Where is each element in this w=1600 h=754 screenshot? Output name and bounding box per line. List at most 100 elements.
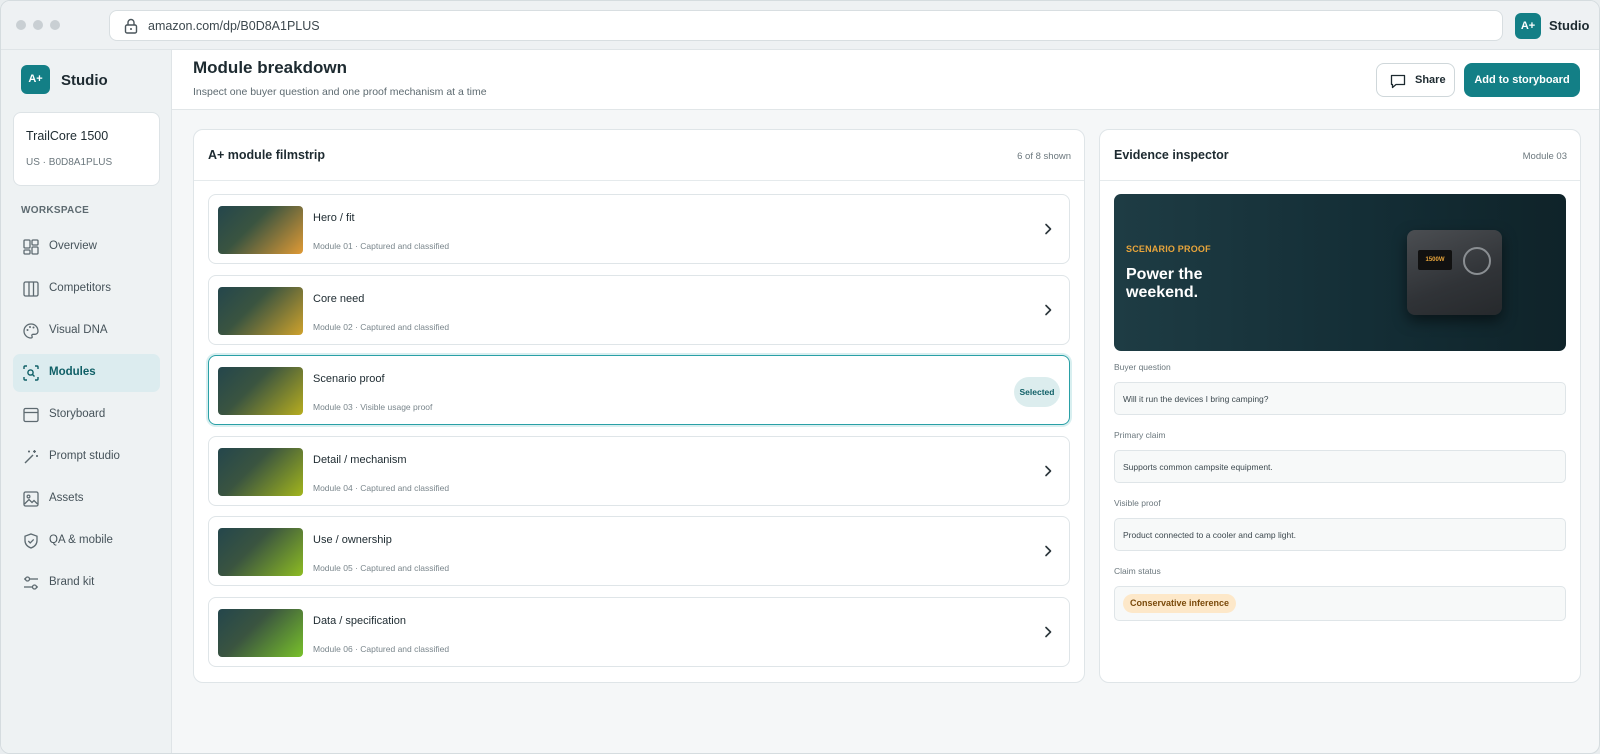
module-name: Data / specification	[313, 614, 406, 627]
sidebar: A+ Studio TrailCore 1500 US · B0D8A1PLUS…	[1, 50, 172, 753]
share-button-label: Share	[1415, 74, 1446, 86]
field-label: Visible proof	[1114, 498, 1161, 508]
filmstrip-count: 6 of 8 shown	[1017, 151, 1071, 162]
sidebar-item-label: Overview	[49, 240, 97, 252]
module-name: Core need	[313, 292, 365, 305]
window-minimize-dot[interactable]	[33, 20, 43, 30]
chevron-right-icon[interactable]	[1041, 464, 1055, 478]
module-name: Scenario proof	[313, 373, 385, 385]
module-meta: Module 01 · Captured and classified	[313, 241, 450, 251]
browser-toolbar: amazon.com/dp/B0D8A1PLUS A+ Studio	[1, 1, 1599, 50]
sidebar-item-competitors[interactable]: Competitors	[13, 270, 160, 308]
field-value: Will it run the devices I bring camping?	[1123, 394, 1269, 404]
extension-name: Studio	[1549, 18, 1590, 33]
module-thumbnail	[218, 367, 303, 415]
module-thumbnail	[218, 528, 303, 576]
module-card[interactable]: Detail / mechanism Module 04 · Captured a…	[208, 435, 1070, 506]
sidebar-item-label: QA & mobile	[49, 534, 113, 546]
palette-icon	[23, 323, 39, 339]
page-title: Module breakdown	[193, 58, 347, 77]
module-card[interactable]: Scenario proof Module 03 · Visible usage …	[208, 355, 1070, 425]
module-meta: Module 06 · Captured and classified	[313, 643, 450, 654]
product-meta: US · B0D8A1PLUS	[26, 157, 113, 168]
page-subtitle: Inspect one buyer question and one proof…	[193, 86, 487, 98]
device-knob	[1463, 247, 1491, 275]
page-header: Module breakdown Inspect one buyer quest…	[172, 50, 1599, 110]
sidebar-item-visual-dna[interactable]: Visual DNA	[13, 312, 160, 350]
module-meta: Module 02 · Captured and classified	[313, 321, 450, 332]
window-close-dot[interactable]	[16, 20, 26, 30]
module-name: Detail / mechanism	[313, 453, 407, 466]
field-value: Product connected to a cooler and camp l…	[1123, 530, 1296, 540]
chevron-right-icon[interactable]	[1041, 625, 1055, 639]
module-thumbnail	[218, 286, 303, 335]
columns-icon	[23, 281, 39, 297]
module-thumbnail	[218, 447, 303, 496]
sidebar-item-label: Visual DNA	[49, 324, 108, 336]
sidebar-item-label: Assets	[49, 492, 84, 504]
preview-headline: Power the weekend.	[1126, 266, 1203, 301]
module-meta: Module 04 · Captured and classified	[313, 482, 450, 493]
preview-kicker: SCENARIO PROOF	[1126, 244, 1211, 254]
sidebar-item-prompt-studio[interactable]: Prompt studio	[13, 438, 160, 476]
field-value: Supports common campsite equipment.	[1123, 462, 1273, 472]
chevron-right-icon[interactable]	[1041, 303, 1055, 317]
claim-status-field[interactable]: Conservative inference	[1114, 586, 1566, 621]
module-name: Use / ownership	[313, 534, 392, 546]
module-card[interactable]: Data / specification Module 06 · Captured…	[208, 596, 1070, 667]
sidebar-item-qa-mobile[interactable]: QA & mobile	[13, 522, 160, 560]
extension-logo[interactable]: A+	[1515, 13, 1541, 39]
address-bar[interactable]: amazon.com/dp/B0D8A1PLUS	[109, 10, 1503, 41]
filmstrip-title: A+ module filmstrip	[208, 148, 326, 162]
module-preview-image: SCENARIO PROOF Power the weekend. 1500W	[1114, 194, 1566, 351]
magic-wand-icon	[24, 450, 38, 464]
app-name: Studio	[61, 72, 108, 89]
sidebar-item-label: Prompt studio	[49, 450, 120, 462]
lock-icon	[124, 18, 138, 34]
chevron-right-icon[interactable]	[1041, 544, 1055, 558]
evidence-inspector-panel: Evidence inspector Module 03 SCENARIO PR…	[1099, 129, 1581, 683]
buyer-question-field[interactable]: Will it run the devices I bring camping?	[1114, 382, 1566, 415]
module-card[interactable]: Use / ownership Module 05 · Captured and …	[208, 516, 1070, 586]
product-card[interactable]: TrailCore 1500 US · B0D8A1PLUS	[13, 112, 160, 186]
field-label: Buyer question	[1114, 362, 1171, 372]
sidebar-item-overview[interactable]: Overview	[13, 228, 160, 266]
module-meta: Module 03 · Visible usage proof	[313, 402, 433, 412]
add-to-storyboard-button[interactable]: Add to storyboard	[1464, 63, 1580, 97]
status-badge: Conservative inference	[1123, 594, 1237, 613]
sidebar-item-label: Storyboard	[49, 408, 106, 420]
inspector-title: Evidence inspector	[1114, 148, 1229, 162]
panel-divider	[194, 180, 1084, 181]
sidebar-item-modules[interactable]: Modules	[13, 354, 160, 392]
shield-check-icon	[24, 533, 38, 549]
image-icon	[23, 491, 39, 507]
sidebar-item-label: Competitors	[49, 282, 111, 294]
share-button[interactable]: Share	[1376, 63, 1455, 97]
sliders-icon	[24, 576, 38, 590]
app-window: amazon.com/dp/B0D8A1PLUS A+ Studio A+ St…	[0, 0, 1600, 754]
chevron-right-icon[interactable]	[1041, 222, 1055, 236]
module-meta: Module 05 · Captured and classified	[313, 563, 450, 573]
window-maximize-dot[interactable]	[50, 20, 60, 30]
sidebar-item-assets[interactable]: Assets	[13, 480, 160, 518]
sidebar-item-label: Modules	[49, 366, 96, 378]
module-thumbnail	[218, 206, 303, 254]
product-name: TrailCore 1500	[26, 129, 109, 143]
module-filmstrip-panel: A+ module filmstrip 6 of 8 shown Hero / …	[193, 129, 1085, 683]
power-station-illustration: 1500W	[1407, 230, 1502, 315]
comment-icon	[1390, 74, 1406, 89]
url-text: amazon.com/dp/B0D8A1PLUS	[148, 19, 320, 33]
module-name: Hero / fit	[313, 212, 355, 224]
primary-claim-field[interactable]: Supports common campsite equipment.	[1114, 450, 1566, 483]
selected-badge: Selected	[1014, 377, 1060, 407]
storyboard-icon	[23, 407, 39, 423]
module-card[interactable]: Core need Module 02 · Captured and classi…	[208, 274, 1070, 345]
workspace-section-label: WORKSPACE	[21, 205, 90, 216]
app-logo: A+	[21, 65, 50, 94]
sidebar-item-brand-kit[interactable]: Brand kit	[13, 564, 160, 602]
module-thumbnail	[218, 608, 303, 657]
sidebar-item-storyboard[interactable]: Storyboard	[13, 396, 160, 434]
field-label: Primary claim	[1114, 430, 1166, 440]
visible-proof-field[interactable]: Product connected to a cooler and camp l…	[1114, 518, 1566, 551]
module-card[interactable]: Hero / fit Module 01 · Captured and class…	[208, 194, 1070, 264]
